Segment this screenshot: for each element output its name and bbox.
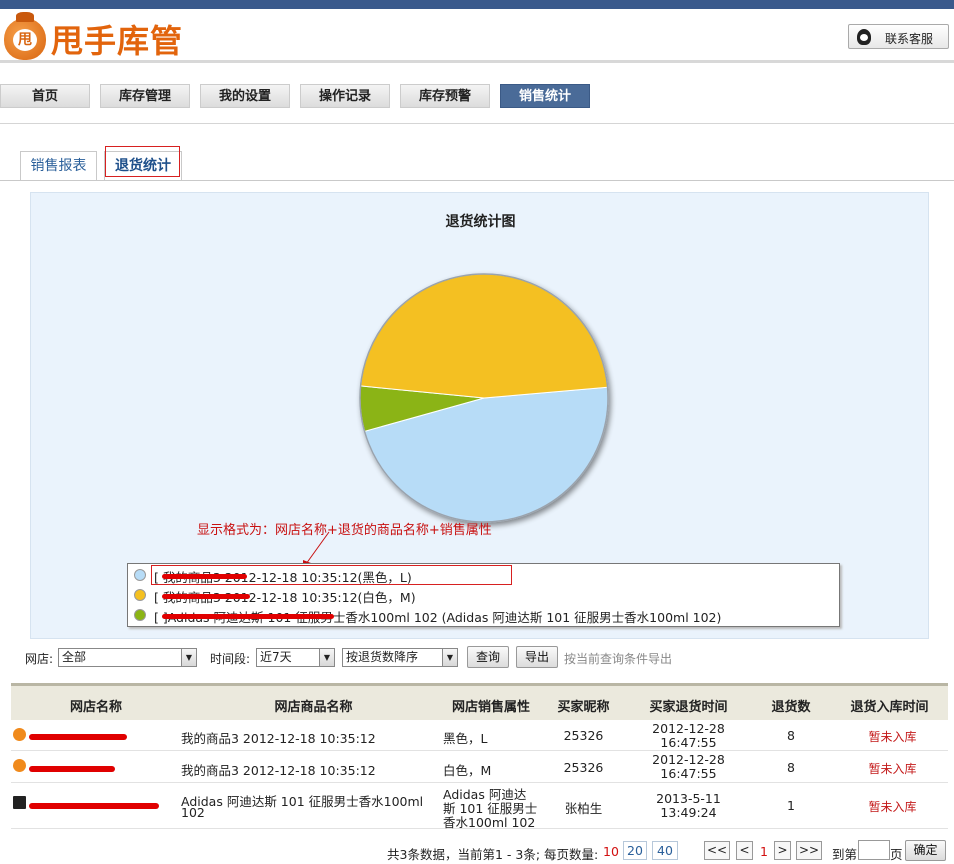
goto-confirm-button[interactable]: 确定: [905, 840, 946, 861]
export-hint: 按当前查询条件导出: [564, 652, 673, 666]
goto-label: 到第: [832, 847, 858, 862]
qq-icon: [857, 29, 871, 45]
col-product-name: 网店商品名称: [274, 700, 353, 715]
cell-attr: 黑色，L: [443, 731, 488, 746]
shop-select[interactable]: 全部 ▼: [58, 648, 197, 667]
tab-sales-report[interactable]: 销售报表: [20, 151, 97, 181]
legend-swatch-icon: [134, 609, 146, 621]
table-row[interactable]: Adidas 阿迪达斯 101 征服男士香水100ml 102 Adidas 阿…: [11, 783, 948, 830]
nav-inventory[interactable]: 库存管理: [100, 84, 190, 108]
redaction-mark: [29, 734, 127, 740]
table-header: 网店名称 网店商品名称 网店销售属性 买家昵称 买家退货时间 退货数 退货入库时…: [11, 683, 948, 720]
tab-highlight-box: [105, 146, 180, 177]
cell-attr: 白色，M: [443, 763, 492, 778]
cell-count: 8: [787, 728, 795, 743]
taobao-shop-icon: [13, 728, 26, 741]
sort-select[interactable]: 按退货数降序 ▼: [342, 648, 458, 667]
taobao-shop-icon: [13, 759, 26, 772]
contact-support-label: 联系客服: [885, 32, 934, 46]
redaction-mark: [29, 803, 159, 809]
tab-baseline: [0, 180, 954, 181]
period-label: 时间段:: [210, 652, 251, 666]
chevron-down-icon: ▼: [442, 649, 457, 666]
query-button[interactable]: 查询: [467, 646, 509, 668]
next-page-button[interactable]: >: [774, 841, 791, 860]
cell-count: 8: [787, 760, 795, 775]
col-return-count: 退货数: [771, 700, 811, 715]
table-row[interactable]: 我的商品3 2012-12-18 10:35:12 黑色，L 25326 201…: [11, 720, 948, 751]
cell-product: 我的商品3 2012-12-18 10:35:12: [181, 731, 376, 746]
app-logo[interactable]: 甩 甩手库管: [4, 12, 194, 60]
logo-text: 甩手库管: [51, 22, 184, 60]
redaction-mark: [162, 614, 334, 619]
cell-count: 1: [787, 798, 795, 813]
cell-return-date: 2013-5-11: [656, 791, 721, 806]
top-bar: [0, 0, 954, 9]
first-page-button[interactable]: <<: [704, 841, 730, 860]
period-select-value: 近7天: [260, 650, 292, 664]
nav-stock-alert[interactable]: 库存预警: [400, 84, 490, 108]
goto-page-input[interactable]: [858, 840, 890, 860]
legend-item[interactable]: [ 我的商品3 2012-12-18 10:35:12(白色，M): [128, 585, 839, 605]
nav-settings[interactable]: 我的设置: [200, 84, 290, 108]
nav-operation-log[interactable]: 操作记录: [300, 84, 390, 108]
header-divider: [0, 60, 954, 63]
col-sales-attr: 网店销售属性: [451, 700, 530, 715]
cell-return-date: 2012-12-28: [652, 721, 725, 736]
redaction-mark: [29, 766, 115, 772]
cell-buyer: 张柏生: [564, 801, 603, 816]
legend-swatch-icon: [134, 569, 146, 581]
nav-home[interactable]: 首页: [0, 84, 90, 108]
chevron-down-icon: ▼: [319, 649, 334, 666]
cell-product-cont: 102: [181, 805, 205, 820]
period-select[interactable]: 近7天 ▼: [256, 648, 335, 667]
page-unit-label: 页: [890, 847, 903, 862]
cell-stock-status[interactable]: 暂未入库: [831, 760, 954, 777]
page-size-20[interactable]: 20: [623, 841, 647, 860]
shop-select-value: 全部: [62, 650, 87, 664]
cell-return-clock: 16:47:55: [660, 735, 717, 750]
contact-support-button[interactable]: 联系客服: [848, 24, 949, 49]
legend-item[interactable]: [ ]Adidas 阿迪达斯 101 征服男士香水100ml 102 (Adid…: [128, 605, 839, 625]
logo-bag-icon: 甩: [4, 12, 46, 60]
export-button[interactable]: 导出: [516, 646, 558, 668]
shop-label: 网店:: [25, 652, 54, 666]
col-return-time: 买家退货时间: [649, 700, 728, 715]
cell-stock-status[interactable]: 暂未入库: [831, 728, 954, 745]
chevron-down-icon: ▼: [181, 649, 196, 666]
pager-summary: 共3条数据，当前第1 - 3条; 每页数量:: [387, 847, 599, 862]
col-shop-name: 网店名称: [69, 700, 122, 715]
nav-sales-stats[interactable]: 销售统计: [500, 84, 590, 108]
redaction-mark: [162, 594, 250, 599]
table-row[interactable]: 我的商品3 2012-12-18 10:35:12 白色，M 25326 201…: [11, 751, 948, 783]
cell-attr-cont: 香水100ml 102: [443, 815, 536, 830]
page-size-current: 10: [603, 844, 619, 859]
sort-select-value: 按退货数降序: [346, 650, 419, 664]
legend-highlight-box: [151, 565, 512, 585]
cell-return-date: 2012-12-28: [652, 752, 725, 767]
last-page-button[interactable]: >>: [796, 841, 822, 860]
legend-swatch-icon: [134, 589, 146, 601]
cell-product: 我的商品3 2012-12-18 10:35:12: [181, 763, 376, 778]
cell-return-clock: 13:49:24: [660, 805, 717, 820]
cell-product: Adidas 阿迪达斯 101 征服男士香水100ml: [181, 794, 424, 809]
cell-return-clock: 16:47:55: [660, 766, 717, 781]
cell-buyer: 25326: [563, 760, 604, 775]
nav-divider: [0, 123, 954, 124]
current-page: 1: [760, 844, 768, 859]
amazon-shop-icon: [13, 796, 26, 809]
prev-page-button[interactable]: <: [736, 841, 753, 860]
cell-buyer: 25326: [563, 728, 604, 743]
page-size-40[interactable]: 40: [652, 841, 678, 860]
col-buyer: 买家昵称: [557, 700, 610, 715]
cell-stock-status[interactable]: 暂未入库: [831, 798, 954, 815]
col-stock-in-time: 退货入库时间: [850, 700, 929, 715]
